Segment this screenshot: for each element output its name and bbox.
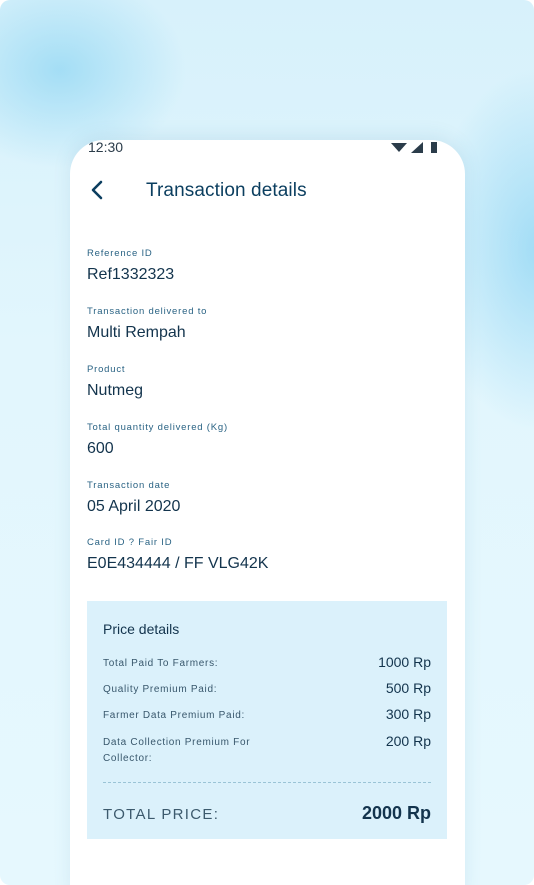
transaction-date-field: Transaction date 05 April 2020 [87, 480, 180, 516]
card-id-field: Card ID ? Fair ID E0E434444 / FF VLG42K [87, 537, 268, 573]
field-label: Transaction date [87, 480, 171, 491]
reference-id-field: Reference ID Ref1332323 [87, 248, 174, 284]
quantity-field: Total quantity delivered (Kg) 600 [87, 422, 228, 458]
field-value: E0E434444 / FF VLG42K [87, 555, 269, 572]
price-value: 300 Rp [385, 706, 431, 722]
field-value: 600 [87, 440, 114, 457]
app-header: Transaction details [70, 170, 465, 210]
page-title: Transaction details [146, 180, 307, 201]
field-label: Card ID ? Fair ID [87, 537, 173, 548]
background: 12:30 Transaction details Reference ID R… [0, 0, 534, 885]
price-label: Data Collection Premium For Collector: [103, 737, 251, 764]
field-value: Ref1332323 [87, 266, 175, 283]
battery-icon [431, 142, 437, 153]
field-value: Multi Rempah [87, 324, 186, 341]
arrow-left-icon[interactable] [86, 178, 110, 202]
price-label: Quality Premium Paid: [103, 684, 218, 695]
field-value: 05 April 2020 [87, 498, 181, 515]
price-label: Farmer Data Premium Paid: [103, 710, 245, 721]
signal-icon [411, 142, 423, 153]
wifi-icon [391, 143, 407, 152]
status-icons [391, 142, 437, 153]
price-details-card: Price details Total Paid To Farmers: 100… [87, 601, 447, 839]
price-value: 1000 Rp [378, 654, 431, 670]
field-label: Product [87, 364, 126, 375]
field-value: Nutmeg [87, 382, 144, 399]
status-bar: 12:30 [70, 140, 465, 158]
status-time: 12:30 [88, 140, 124, 155]
field-label: Transaction delivered to [87, 306, 208, 317]
dashed-divider [103, 782, 431, 783]
total-price-value: 2000 Rp [361, 803, 431, 823]
price-value: 200 Rp [385, 733, 431, 749]
delivered-to-field: Transaction delivered to Multi Rempah [87, 306, 207, 342]
field-label: Reference ID [87, 248, 153, 259]
price-label: Total Paid To Farmers: [103, 658, 219, 669]
phone-screen: 12:30 Transaction details Reference ID R… [70, 140, 465, 885]
total-price-label: TOTAL PRICE: [103, 806, 220, 823]
price-details-title: Price details [103, 621, 180, 637]
field-label: Total quantity delivered (Kg) [87, 422, 228, 433]
product-field: Product Nutmeg [87, 364, 143, 400]
price-value: 500 Rp [385, 680, 431, 696]
